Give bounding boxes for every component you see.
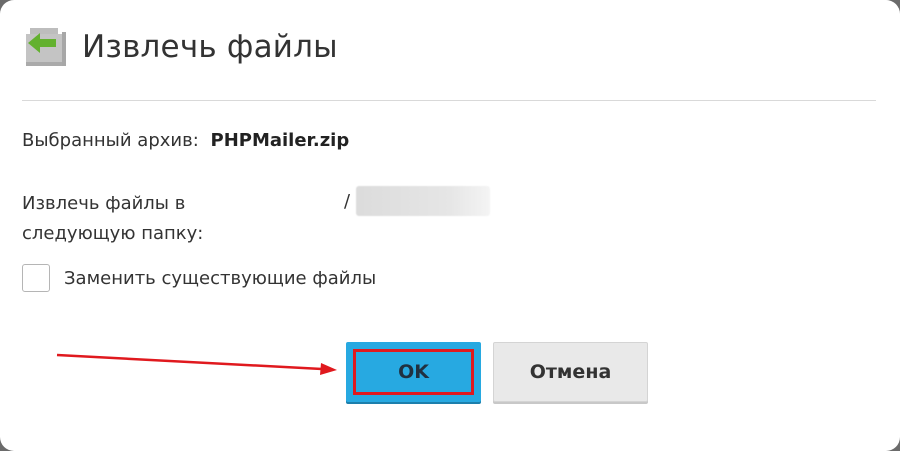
redacted-path (356, 186, 491, 216)
replace-existing-label[interactable]: Заменить существующие файлы (64, 268, 376, 289)
target-folder-label: Извлечь файлы в следующую папку: (22, 193, 204, 244)
dialog-header: Извлечь файлы (22, 24, 338, 70)
cancel-button[interactable]: Отмена (493, 342, 648, 402)
ok-button[interactable]: OK (346, 342, 481, 402)
arrow-head (320, 363, 337, 375)
selected-archive-label: Выбранный архив: (22, 130, 199, 151)
header-divider (22, 100, 876, 101)
target-path-prefix: / (344, 190, 351, 212)
replace-existing-checkbox[interactable] (22, 264, 50, 292)
cancel-button-label: Отмена (529, 361, 612, 383)
extract-files-dialog: Извлечь файлы Выбранный архив: PHPMailer… (0, 0, 900, 451)
replace-existing-option[interactable]: Заменить существующие файлы (22, 264, 376, 292)
selected-archive-value: PHPMailer.zip (210, 130, 350, 151)
extract-files-icon (26, 28, 66, 66)
ok-button-label: OK (398, 361, 429, 383)
selected-archive-row: Выбранный архив: PHPMailer.zip (22, 130, 349, 151)
target-folder-path: / (344, 186, 491, 216)
arrow-shaft (56, 353, 323, 371)
dialog-title: Извлечь файлы (82, 29, 338, 65)
